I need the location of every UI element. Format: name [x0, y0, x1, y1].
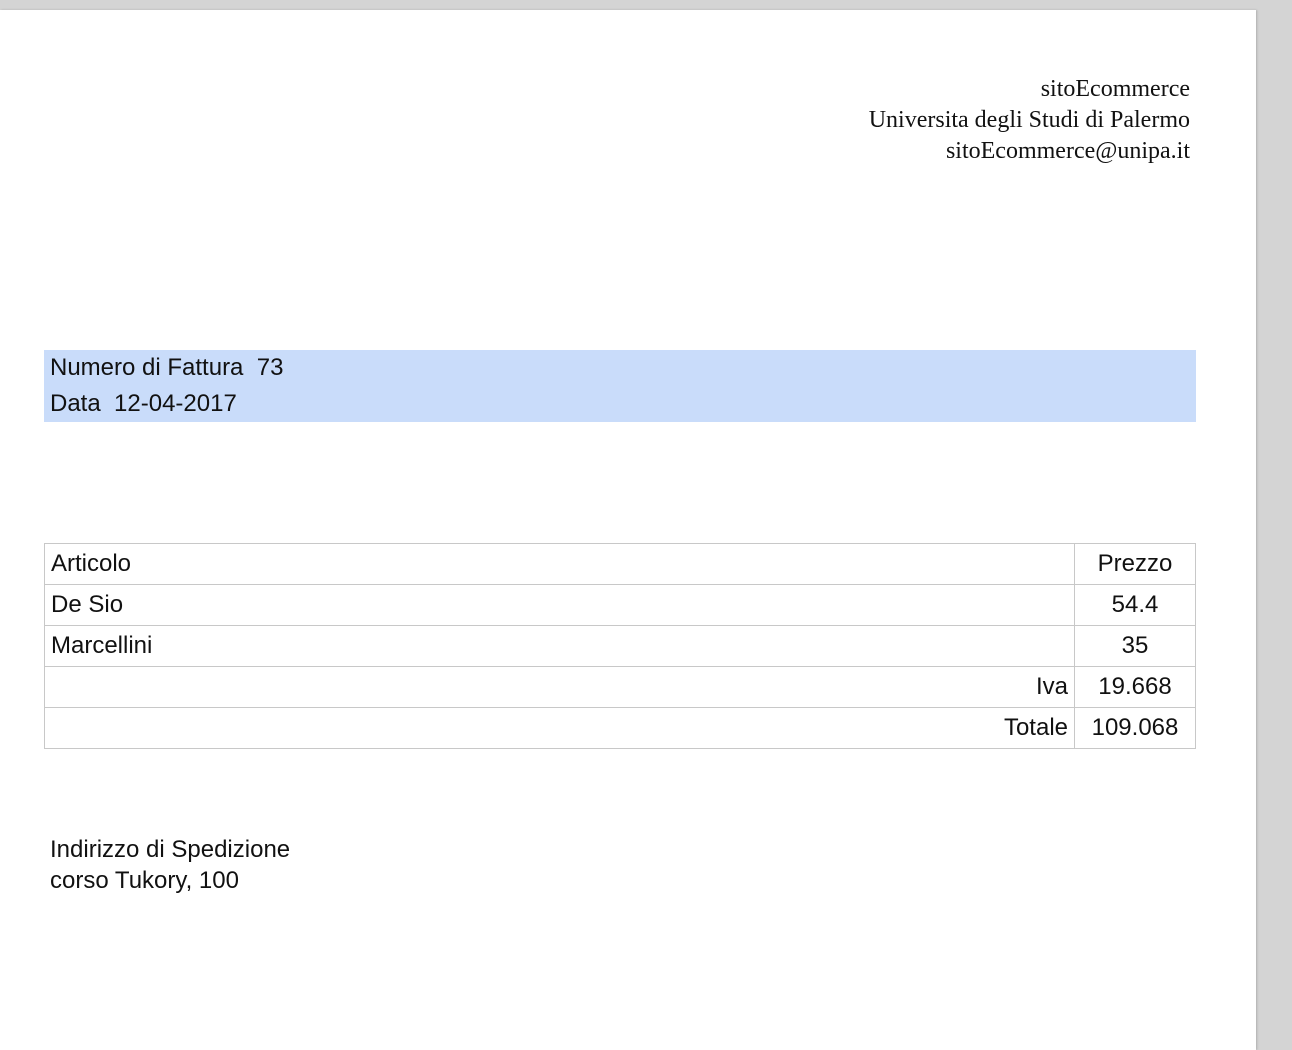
total-value: 109.068: [1074, 707, 1196, 749]
row-price: 54.4: [1074, 584, 1196, 626]
company-email: sitoEcommerce@unipa.it: [945, 138, 1190, 164]
header-price: Prezzo: [1074, 543, 1196, 585]
row-price: 35: [1074, 625, 1196, 667]
table-row: De Sio 54.4: [44, 584, 1196, 626]
iva-label: Iva: [44, 666, 1075, 708]
invoice-number-line: Numero di Fattura 73: [50, 350, 1196, 386]
table-row: Marcellini 35: [44, 625, 1196, 667]
company-info: sitoEcommerce Universita degli Studi di …: [869, 74, 1190, 167]
invoice-number-label: Numero di Fattura: [50, 354, 244, 381]
iva-value: 19.668: [1074, 666, 1196, 708]
shipping-address: corso Tukory, 100: [50, 867, 239, 894]
items-table: Articolo Prezzo De Sio 54.4 Marcellini 3…: [44, 543, 1196, 749]
invoice-header: Numero di Fattura 73 Data 12-04-2017: [44, 350, 1196, 422]
row-article: Marcellini: [44, 625, 1075, 667]
header-article: Articolo: [44, 543, 1075, 585]
invoice-number: 73: [256, 354, 284, 381]
invoice-date: 12-04-2017: [114, 390, 237, 417]
invoice-date-line: Data 12-04-2017: [50, 386, 1196, 422]
shipping-info: Indirizzo di Spedizione corso Tukory, 10…: [50, 834, 290, 896]
total-label: Totale: [44, 707, 1075, 749]
company-university: Universita degli Studi di Palermo: [868, 107, 1190, 133]
invoice-date-label: Data: [50, 390, 101, 417]
company-name: sitoEcommerce: [1040, 76, 1190, 102]
row-article: De Sio: [44, 584, 1075, 626]
iva-row: Iva 19.668: [44, 666, 1196, 708]
shipping-label: Indirizzo di Spedizione: [50, 836, 291, 863]
invoice-page: sitoEcommerce Universita degli Studi di …: [0, 10, 1256, 1050]
total-row: Totale 109.068: [44, 707, 1196, 749]
table-header-row: Articolo Prezzo: [44, 543, 1196, 585]
